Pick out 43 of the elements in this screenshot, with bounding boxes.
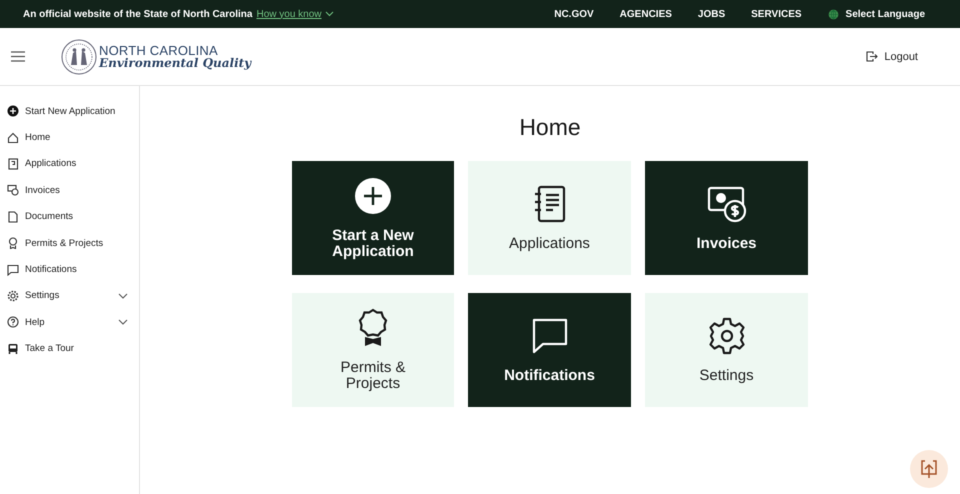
how-you-know-link[interactable]: How you know xyxy=(256,8,334,20)
sidebar-item[interactable]: Settings xyxy=(0,282,139,310)
nav-link[interactable]: AGENCIES xyxy=(620,8,672,20)
tile-button[interactable]: Permits & Projects xyxy=(292,293,454,407)
question-icon xyxy=(7,316,19,328)
document-icon xyxy=(7,158,19,170)
tile-button[interactable]: Invoices xyxy=(645,161,808,275)
nav-link[interactable]: NC.GOV xyxy=(554,8,594,20)
sidebar-item[interactable]: Applications xyxy=(0,150,139,178)
logout-icon xyxy=(866,51,878,62)
menu-icon[interactable] xyxy=(11,51,25,62)
tile-button[interactable]: Applications xyxy=(468,161,631,275)
nav-link[interactable]: SERVICES xyxy=(751,8,802,20)
language-selector[interactable]: Select Language xyxy=(828,8,925,20)
speech-bubble-icon xyxy=(7,264,19,276)
file-icon xyxy=(7,210,19,223)
official-site-notice: An official website of the State of North Carolina xyxy=(23,8,252,20)
plus-circle-icon xyxy=(7,105,19,118)
sidebar-item[interactable]: Help xyxy=(0,309,139,336)
sidebar-item[interactable]: Take a Tour xyxy=(0,336,139,362)
chevron-icon xyxy=(324,11,334,17)
bus-icon xyxy=(7,342,19,355)
sidebar-item[interactable]: Home xyxy=(0,124,139,151)
globe-icon xyxy=(828,8,839,20)
ribbon-icon xyxy=(7,237,19,250)
house-icon xyxy=(7,132,19,144)
sidebar-item[interactable]: Documents xyxy=(0,204,139,230)
sidebar-item[interactable]: Notifications xyxy=(0,256,139,283)
logout-link[interactable]: Logout xyxy=(866,50,918,62)
state-seal-icon xyxy=(61,38,97,74)
upload-arrow-icon xyxy=(920,459,938,479)
logo-title: NORTH CAROLINA xyxy=(99,44,218,57)
sidebar-item[interactable]: Invoices xyxy=(0,177,139,204)
tile-button[interactable]: Settings xyxy=(645,293,808,407)
plus-circle-icon xyxy=(353,176,393,216)
sidebar-item[interactable]: Permits & Projects xyxy=(0,230,139,256)
tile-button[interactable]: Notifications xyxy=(468,293,631,407)
scroll-to-top-button[interactable] xyxy=(910,450,948,488)
page-title: Home xyxy=(519,114,581,141)
sidebar-item[interactable]: Start New Application xyxy=(0,98,139,124)
nav-link[interactable]: JOBS xyxy=(698,8,726,20)
logo-subtitle: Environmental Quality xyxy=(99,57,252,69)
tile-button[interactable]: Start a New Application xyxy=(292,161,454,275)
